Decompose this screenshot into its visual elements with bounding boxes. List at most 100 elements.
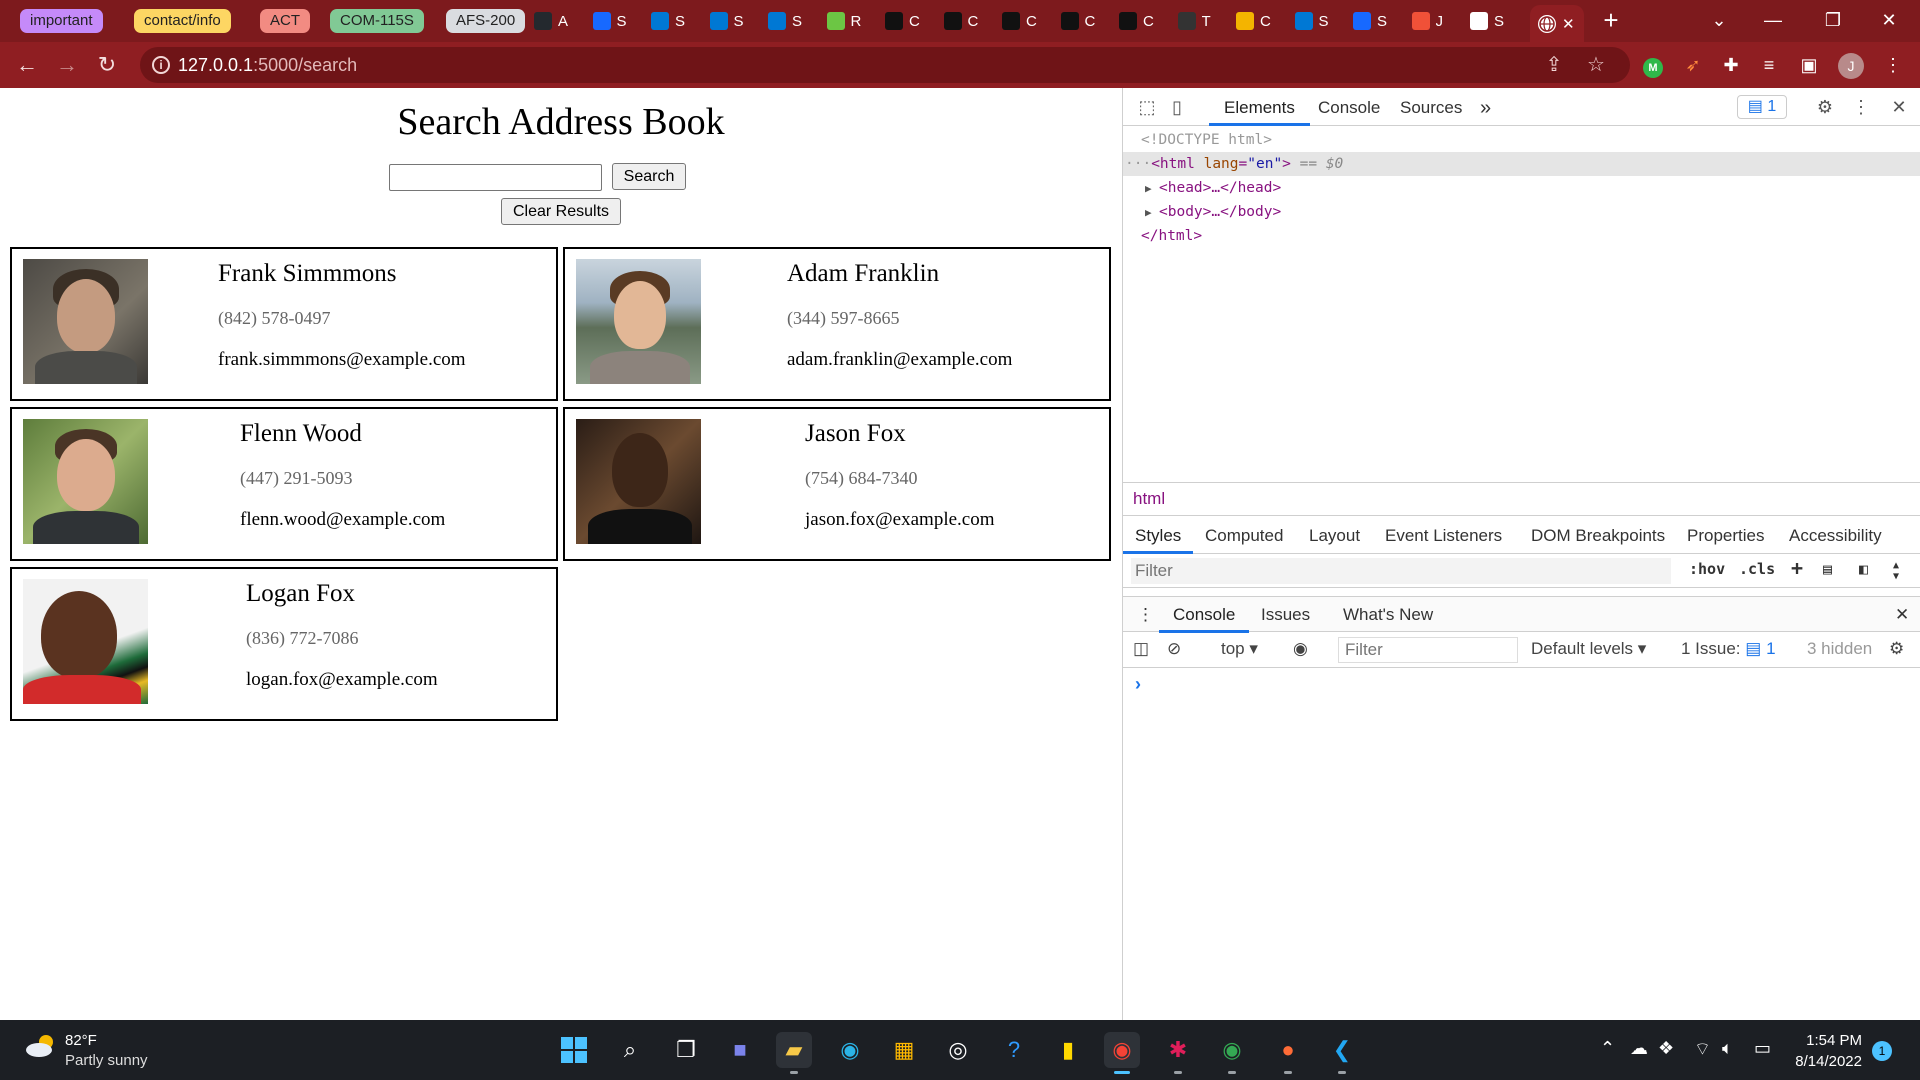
battery-icon[interactable]: ▭ bbox=[1754, 1038, 1771, 1059]
scroll-arrows-icon[interactable]: ▲ ▼ bbox=[1893, 560, 1899, 582]
dom-head-node[interactable]: ▶ <head>…</head> bbox=[1123, 176, 1920, 200]
extensions-puzzle-icon[interactable]: ✚ bbox=[1718, 52, 1744, 78]
console-sidebar-icon[interactable]: ◫ bbox=[1133, 639, 1149, 659]
reload-button[interactable]: ↻ bbox=[90, 48, 124, 82]
vscode-icon[interactable]: ❮ bbox=[1324, 1032, 1360, 1074]
device-toolbar-icon[interactable]: ▯ bbox=[1165, 96, 1189, 118]
sticky-notes-icon[interactable]: ▮ bbox=[1050, 1032, 1086, 1068]
collapsed-tab[interactable]: C bbox=[1228, 7, 1286, 35]
weather-condition[interactable]: Partly sunny bbox=[65, 1052, 148, 1069]
drawer-tab-whats-new[interactable]: What's New bbox=[1329, 597, 1447, 633]
tab-layout[interactable]: Layout bbox=[1297, 516, 1372, 554]
collapsed-tab[interactable]: C bbox=[994, 7, 1052, 35]
drawer-tab-issues[interactable]: Issues bbox=[1247, 597, 1324, 633]
expand-triangle-icon[interactable]: ▶ bbox=[1145, 177, 1159, 201]
profile-avatar[interactable]: J bbox=[1838, 53, 1864, 79]
dom-doctype[interactable]: <!DOCTYPE html> bbox=[1123, 128, 1920, 152]
console-prompt-icon[interactable]: › bbox=[1135, 674, 1141, 695]
collapsed-tab[interactable]: S bbox=[1345, 7, 1403, 35]
tab-group-act[interactable]: ACT bbox=[260, 9, 310, 33]
green-extension-icon[interactable]: M bbox=[1640, 52, 1666, 78]
settings-gear-icon[interactable]: ⚙ bbox=[1813, 96, 1837, 118]
notification-badge[interactable]: 1 bbox=[1872, 1041, 1892, 1061]
collapsed-tab[interactable]: S bbox=[1287, 7, 1345, 35]
tab-group-afs-200[interactable]: AFS-200 bbox=[446, 9, 526, 33]
address-bar[interactable]: i 127.0.0.1:5000/search ⇪ ☆ bbox=[140, 47, 1630, 83]
github-desktop-icon[interactable]: ◎ bbox=[940, 1032, 976, 1068]
tab-group-com-115s[interactable]: COM-115S bbox=[330, 9, 424, 33]
dropbox-icon[interactable]: ❖ bbox=[1658, 1038, 1674, 1059]
collapsed-tab[interactable]: C bbox=[1111, 7, 1169, 35]
dom-body-node[interactable]: ▶ <body>…</body> bbox=[1123, 200, 1920, 224]
search-button[interactable]: Search bbox=[612, 163, 686, 190]
get-help-icon[interactable]: ? bbox=[996, 1032, 1032, 1068]
toggle-sidebar-icon[interactable]: ◧ bbox=[1859, 560, 1868, 578]
share-icon[interactable]: ⇪ bbox=[1540, 51, 1568, 79]
close-window-button[interactable]: ✕ bbox=[1866, 0, 1912, 40]
paint-roller-icon[interactable]: ▤ bbox=[1823, 560, 1832, 578]
close-drawer-icon[interactable]: ✕ bbox=[1881, 597, 1920, 633]
weather-temperature[interactable]: 82°F bbox=[65, 1032, 97, 1049]
tab-dom-breakpoints[interactable]: DOM Breakpoints bbox=[1519, 516, 1677, 554]
expand-triangle-icon[interactable]: ▶ bbox=[1145, 201, 1159, 225]
windows-start-icon[interactable] bbox=[556, 1032, 592, 1068]
close-devtools-icon[interactable]: ✕ bbox=[1887, 96, 1911, 118]
file-explorer-icon[interactable]: ▰ bbox=[776, 1032, 812, 1074]
dom-html-node[interactable]: ···<html lang="en"> == $0 bbox=[1123, 152, 1920, 176]
url-text[interactable]: 127.0.0.1:5000/search bbox=[178, 55, 357, 76]
collapsed-tab[interactable]: S bbox=[643, 7, 701, 35]
tab-event-listeners[interactable]: Event Listeners bbox=[1373, 516, 1514, 554]
more-tabs-button[interactable]: » bbox=[1465, 88, 1506, 126]
clear-results-button[interactable]: Clear Results bbox=[501, 198, 621, 225]
task-view-icon[interactable]: ❐ bbox=[668, 1032, 704, 1068]
search-icon[interactable]: ⌕ bbox=[612, 1032, 648, 1068]
onedrive-cloud-icon[interactable]: ☁ bbox=[1630, 1038, 1648, 1059]
collapsed-tab[interactable]: S bbox=[1462, 7, 1520, 35]
breadcrumb-html[interactable]: html bbox=[1133, 489, 1165, 509]
collapsed-tab[interactable]: S bbox=[585, 7, 643, 35]
swift-icon[interactable]: ➶ bbox=[1680, 52, 1706, 78]
chrome-menu-icon[interactable]: ⋮ bbox=[1880, 52, 1906, 78]
show-hidden-icons-chevron-icon[interactable]: ⌃ bbox=[1600, 1038, 1615, 1059]
edge-browser-icon[interactable]: ◉ bbox=[832, 1032, 868, 1068]
chrome-icon[interactable]: ◉ bbox=[1104, 1032, 1140, 1074]
tab-search-button[interactable]: ⌄ bbox=[1696, 0, 1742, 40]
tab-styles[interactable]: Styles bbox=[1123, 516, 1194, 554]
log-levels-dropdown[interactable]: Default levels ▾ bbox=[1531, 639, 1646, 659]
clear-console-icon[interactable]: ⊘ bbox=[1167, 639, 1181, 659]
search-input[interactable] bbox=[389, 164, 602, 191]
collapsed-tab[interactable]: T bbox=[1170, 7, 1228, 35]
new-style-rule-icon[interactable]: + bbox=[1791, 556, 1803, 580]
kebab-menu-icon[interactable]: ⋮ bbox=[1849, 96, 1873, 118]
collapsed-tab[interactable]: C bbox=[1053, 7, 1111, 35]
hov-toggle[interactable]: :hov bbox=[1689, 560, 1725, 578]
side-panel-icon[interactable]: ▣ bbox=[1796, 52, 1822, 78]
drawer-tab-console[interactable]: Console bbox=[1159, 597, 1250, 633]
collapsed-tab[interactable]: S bbox=[702, 7, 760, 35]
tab-close-icon[interactable]: ✕ bbox=[1562, 15, 1575, 33]
microsoft-store-icon[interactable]: ▦ bbox=[886, 1032, 922, 1068]
tab-computed[interactable]: Computed bbox=[1193, 516, 1295, 554]
tab-group-contact-info[interactable]: contact/info bbox=[134, 9, 231, 33]
weather-cloud-sun-icon[interactable] bbox=[24, 1034, 58, 1058]
back-button[interactable]: ← bbox=[10, 48, 44, 82]
restore-button[interactable]: ❐ bbox=[1810, 0, 1856, 40]
inspect-element-icon[interactable]: ⬚ bbox=[1135, 96, 1159, 118]
collapsed-tab[interactable]: C bbox=[877, 7, 935, 35]
collapsed-tab[interactable]: A bbox=[526, 7, 584, 35]
styles-filter-input[interactable] bbox=[1131, 558, 1671, 584]
collapsed-tab[interactable]: R bbox=[819, 7, 877, 35]
forward-button[interactable]: → bbox=[50, 48, 84, 82]
collapsed-tab[interactable]: C bbox=[936, 7, 994, 35]
site-info-icon[interactable]: i bbox=[152, 56, 170, 74]
console-settings-gear-icon[interactable]: ⚙ bbox=[1889, 639, 1904, 659]
chrome-profile-icon[interactable]: ◉ bbox=[1214, 1032, 1250, 1074]
issues-badge[interactable]: ▤ 1 bbox=[1737, 95, 1787, 119]
context-selector[interactable]: top ▾ bbox=[1221, 639, 1258, 659]
minimize-button[interactable]: — bbox=[1750, 0, 1796, 40]
tab-sources[interactable]: Sources bbox=[1385, 88, 1477, 126]
cls-toggle[interactable]: .cls bbox=[1739, 560, 1775, 578]
tab-properties[interactable]: Properties bbox=[1675, 516, 1776, 554]
teams-chat-icon[interactable]: ■ bbox=[722, 1032, 758, 1068]
console-filter-input[interactable] bbox=[1338, 637, 1518, 663]
